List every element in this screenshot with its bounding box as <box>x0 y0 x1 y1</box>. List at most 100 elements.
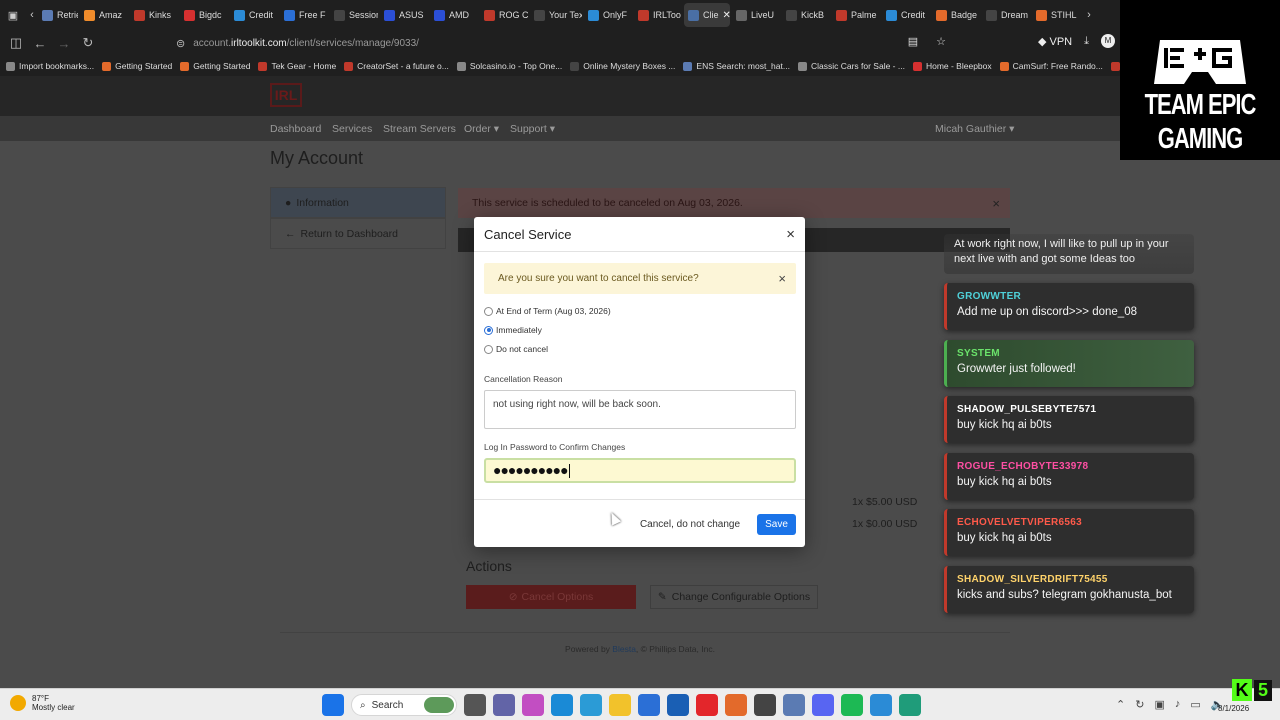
calculator-icon[interactable] <box>899 694 921 716</box>
browser-tab[interactable]: IRLToo <box>634 3 682 27</box>
tab-close-icon[interactable]: ✕ <box>723 10 730 21</box>
discord-icon[interactable] <box>812 694 834 716</box>
side-item-information[interactable]: ● Information <box>270 187 446 218</box>
teams-icon[interactable] <box>493 694 515 716</box>
sidebar-toggle-icon[interactable]: ◫ <box>4 31 28 55</box>
windows-start-icon[interactable] <box>322 694 344 716</box>
browser-tab[interactable]: AMD <box>430 3 478 27</box>
option-immediately[interactable]: Immediately <box>484 325 542 335</box>
browser-tab[interactable]: LiveU <box>732 3 780 27</box>
nav-dashboard[interactable]: Dashboard <box>270 123 321 135</box>
site-logo[interactable]: IRL <box>270 83 302 107</box>
forward-icon[interactable]: → <box>52 31 76 55</box>
back-icon[interactable]: ← <box>28 31 52 55</box>
browser-tab[interactable]: Dream <box>982 3 1030 27</box>
bookmark-item[interactable]: Home - Bleepbox <box>912 61 992 71</box>
nav-support[interactable]: Support ▾ <box>510 123 555 135</box>
footer-blesta-link[interactable]: Blesta <box>612 644 636 654</box>
alert-close-icon[interactable]: × <box>992 196 1000 211</box>
radio-do-not-cancel[interactable] <box>484 344 493 354</box>
nav-stream-servers[interactable]: Stream Servers <box>383 123 456 135</box>
browser-tab[interactable]: OnlyF <box>584 3 632 27</box>
reload-icon[interactable]: ↻ <box>76 31 100 55</box>
task-view-icon[interactable] <box>464 694 486 716</box>
tab-label: LiveU <box>751 10 775 20</box>
bookmark-item[interactable]: Getting Started <box>102 61 172 71</box>
xbox-icon[interactable] <box>754 694 776 716</box>
taskbar-search[interactable]: ⌕ Search <box>351 694 457 716</box>
browser-tab[interactable]: Kinks <box>130 3 178 27</box>
browser-tab[interactable]: Badge <box>932 3 980 27</box>
browser-tab[interactable]: Amaz <box>80 3 128 27</box>
browser-tab[interactable]: Free F <box>280 3 328 27</box>
site-info-icon[interactable]: ⊜ <box>176 37 185 50</box>
cancel-options-button[interactable]: ⊘ Cancel Options <box>466 585 636 609</box>
bookmark-item[interactable]: Import bookmarks... <box>6 61 94 71</box>
browser-tab[interactable]: KickB <box>782 3 830 27</box>
radio-end-of-term[interactable] <box>484 306 493 316</box>
browser-tab[interactable]: Credit <box>882 3 930 27</box>
bookmark-item[interactable]: CreatorSet - a future o... <box>344 61 449 71</box>
side-item-return-dashboard[interactable]: ← Return to Dashboard <box>270 218 446 249</box>
image-app-icon[interactable] <box>870 694 892 716</box>
nav-order[interactable]: Order ▾ <box>464 123 499 135</box>
browser-tab[interactable]: Session Ti <box>330 3 378 27</box>
bookmark-item[interactable]: Tek Gear - Home <box>258 61 336 71</box>
password-field[interactable]: ●●●●●●●●●● <box>484 458 796 483</box>
browser-tab[interactable]: Clie ✕ <box>684 3 730 27</box>
warning-close-icon[interactable]: × <box>778 271 786 286</box>
bookmark-star-icon[interactable]: ☆ <box>936 35 946 48</box>
chat-text: buy kick hq ai b0ts <box>957 532 1052 544</box>
browser-tab[interactable]: Bigdc <box>180 3 228 27</box>
tab-label: ASUS <box>399 10 424 20</box>
reader-view-icon[interactable]: ▤ <box>908 35 918 48</box>
file-explorer-icon[interactable] <box>609 694 631 716</box>
tabs-scroll-left-icon[interactable]: ‹ <box>26 0 38 30</box>
bookmark-item[interactable]: Getting Started <box>180 61 250 71</box>
tray-expand-icon[interactable]: ⌃ <box>1116 698 1125 711</box>
browser-tab[interactable]: Retrie <box>38 3 78 27</box>
actions-heading: Actions <box>466 558 512 574</box>
modal-close-icon[interactable]: × <box>786 226 795 243</box>
option-do-not-cancel[interactable]: Do not cancel <box>484 344 548 354</box>
edge-icon[interactable] <box>551 694 573 716</box>
photos-icon[interactable] <box>580 694 602 716</box>
tab-overview-icon[interactable]: ▣ <box>0 0 26 30</box>
address-bar[interactable]: ⊜ account. irltoolkit.com/client/services… <box>176 32 926 54</box>
outlook-icon[interactable] <box>667 694 689 716</box>
bookmark-item[interactable]: Classic Cars for Sale - ... <box>797 61 905 71</box>
bookmark-item[interactable]: Online Mystery Boxes ... <box>570 61 675 71</box>
browser-tab[interactable]: Palme <box>832 3 880 27</box>
copilot-icon[interactable] <box>522 694 544 716</box>
save-button[interactable]: Save <box>757 514 796 535</box>
weather-widget[interactable]: 87°F Mostly clear <box>10 694 75 712</box>
cancellation-reason-textarea[interactable]: not using right now, will be back soon. <box>484 390 796 429</box>
microphone-icon[interactable]: ♪ <box>1175 698 1181 711</box>
bookmark-item[interactable]: CamSurf: Free Rando... <box>999 61 1103 71</box>
bookmark-item[interactable]: ENS Search: most_hat... <box>683 61 790 71</box>
browser-tab[interactable]: Credit <box>230 3 278 27</box>
radio-immediately[interactable] <box>484 325 493 335</box>
browser-tab[interactable]: STIHL <box>1032 3 1080 27</box>
firefox-icon[interactable] <box>725 694 747 716</box>
option-end-of-term[interactable]: At End of Term (Aug 03, 2026) <box>484 306 611 316</box>
tray-sync-icon[interactable]: ↻ <box>1135 698 1144 711</box>
bookmark-item[interactable]: Solcasino.io - Top One... <box>456 61 562 71</box>
vpn-app-icon[interactable] <box>783 694 805 716</box>
opera-icon[interactable] <box>696 694 718 716</box>
browser-tab[interactable]: Your Texas <box>530 3 582 27</box>
spotify-icon[interactable] <box>841 694 863 716</box>
nav-services[interactable]: Services <box>332 123 372 135</box>
network-icon[interactable]: ▭ <box>1190 698 1200 711</box>
user-menu[interactable]: Micah Gauthier ▾ <box>935 123 1014 135</box>
download-icon[interactable]: ⤓ <box>1084 35 1089 48</box>
tray-app-icon[interactable]: ▣ <box>1154 698 1164 711</box>
browser-tab[interactable]: ROG C <box>480 3 528 27</box>
change-config-button[interactable]: ✎ Change Configurable Options <box>650 585 818 609</box>
profile-icon[interactable]: M <box>1101 34 1115 48</box>
tabs-scroll-right-icon[interactable]: › <box>1082 0 1096 30</box>
browser-tab[interactable]: ASUS <box>380 3 428 27</box>
store-icon[interactable] <box>638 694 660 716</box>
vpn-button[interactable]: ◆ VPN <box>1038 35 1072 48</box>
cancel-do-not-change-button[interactable]: Cancel, do not change <box>632 514 748 535</box>
